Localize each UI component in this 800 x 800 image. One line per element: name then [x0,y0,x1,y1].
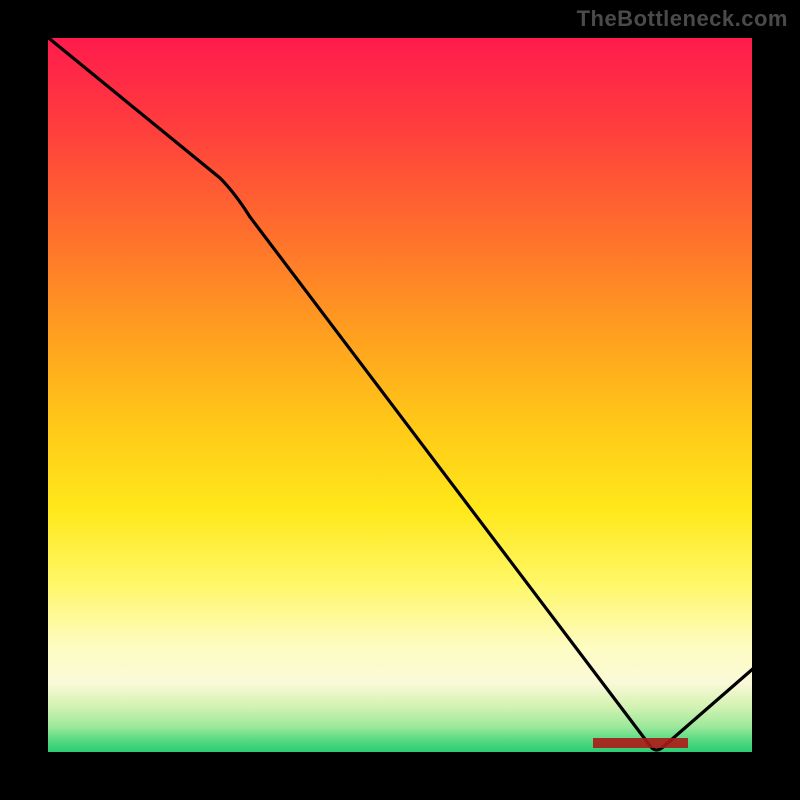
chart-container: TheBottleneck.com [0,0,800,800]
line-curve [45,35,755,755]
watermark-text: TheBottleneck.com [577,6,788,32]
plot-area [45,35,755,755]
